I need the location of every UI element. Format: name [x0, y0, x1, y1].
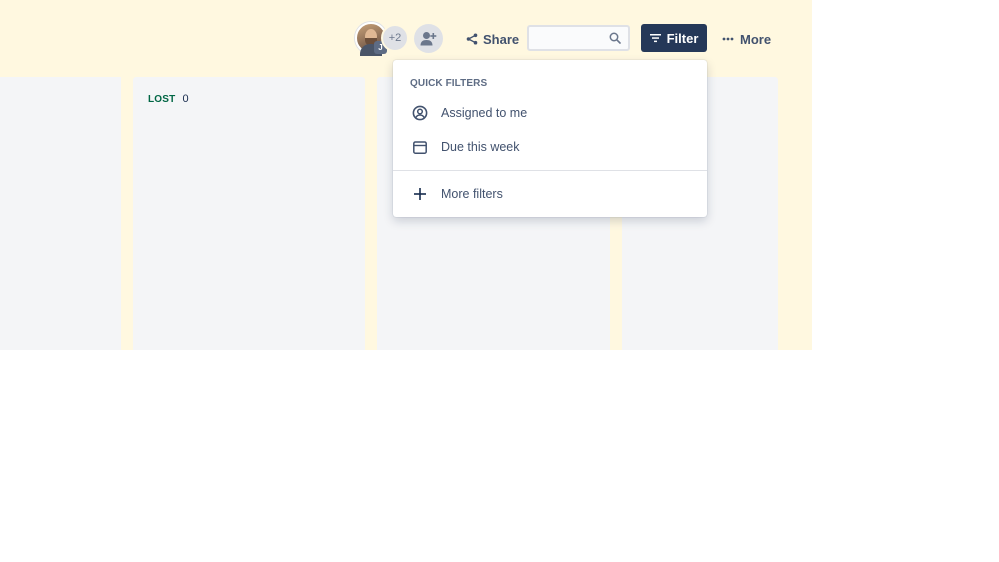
filter-item-label: Due this week	[441, 140, 520, 154]
more-label: More	[740, 31, 772, 47]
filter-item-label: Assigned to me	[441, 106, 528, 120]
user-circle-icon	[412, 105, 428, 121]
column-header[interactable]: LOST 0	[148, 93, 189, 105]
quick-filters-heading: QUICK FILTERS	[410, 78, 488, 89]
more-filters-item[interactable]: More filters	[393, 177, 707, 211]
filter-label: Filter	[666, 30, 699, 46]
search-input[interactable]	[535, 28, 611, 48]
filter-button[interactable]: Filter	[641, 24, 707, 52]
menu-divider	[393, 170, 707, 171]
share-icon	[466, 33, 478, 45]
more-avatars-button[interactable]: +2	[381, 24, 409, 52]
share-label: Share	[483, 31, 520, 47]
add-people-button[interactable]	[414, 24, 443, 53]
share-button[interactable]: Share	[459, 26, 526, 52]
filter-due-this-week[interactable]: Due this week	[393, 130, 707, 164]
search-icon	[609, 32, 621, 44]
board-column-lost: LOST 0	[133, 77, 365, 350]
board-column	[0, 77, 121, 350]
filter-assigned-to-me[interactable]: Assigned to me	[393, 96, 707, 130]
more-button[interactable]: More	[716, 26, 777, 52]
filter-item-label: More filters	[441, 187, 503, 201]
filter-dropdown: QUICK FILTERS Assigned to me Due this we…	[393, 60, 707, 217]
column-count: 0	[182, 93, 189, 105]
add-person-icon	[420, 32, 437, 46]
plus-icon	[412, 186, 428, 202]
calendar-icon	[412, 139, 428, 155]
search-box[interactable]	[527, 25, 630, 51]
column-title: LOST	[148, 93, 176, 105]
filter-icon	[649, 34, 661, 43]
ellipsis-icon	[722, 37, 734, 41]
